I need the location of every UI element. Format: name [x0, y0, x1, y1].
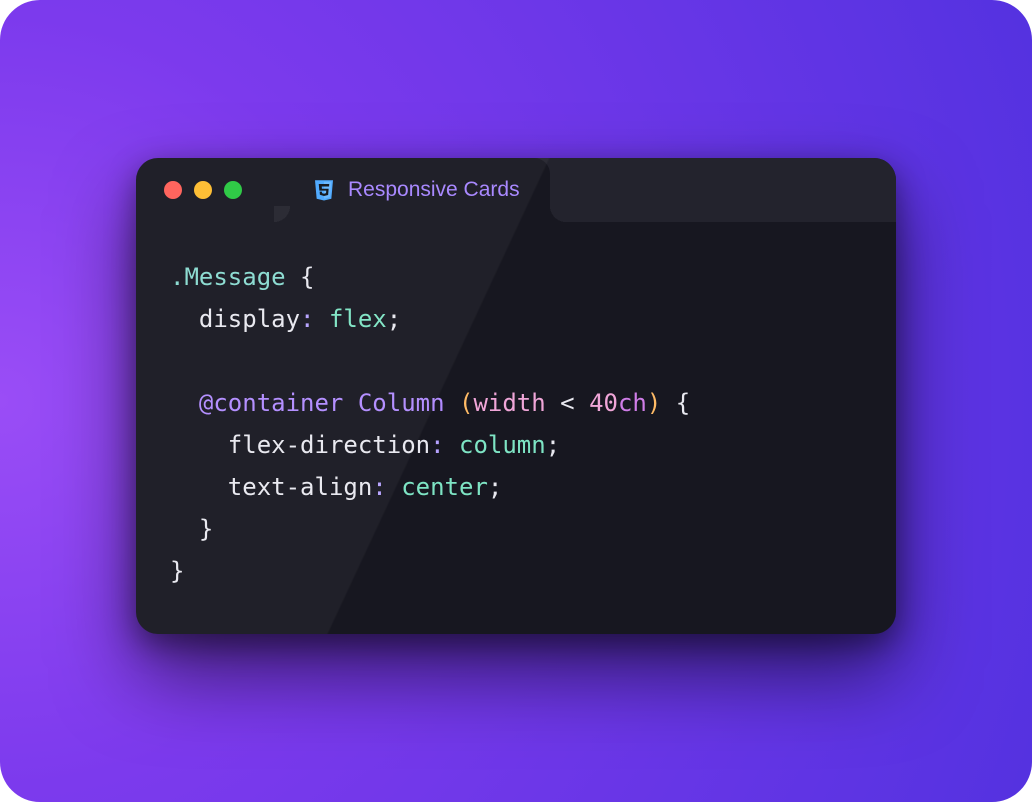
code-line: @container Column (width < 40ch) {	[170, 382, 862, 424]
code-line: }	[170, 550, 862, 592]
code-window: Responsive Cards .Message {display: flex…	[136, 158, 896, 634]
zoom-icon[interactable]	[224, 181, 242, 199]
css3-icon	[312, 178, 336, 202]
tab-responsive-cards[interactable]: Responsive Cards	[290, 158, 550, 222]
traffic-lights	[136, 181, 242, 199]
code-editor-content: .Message {display: flex; @container Colu…	[136, 222, 896, 634]
code-line: flex-direction: column;	[170, 424, 862, 466]
close-icon[interactable]	[164, 181, 182, 199]
code-line: display: flex;	[170, 298, 862, 340]
code-line: }	[170, 508, 862, 550]
minimize-icon[interactable]	[194, 181, 212, 199]
code-line: text-align: center;	[170, 466, 862, 508]
background-gradient: Responsive Cards .Message {display: flex…	[0, 0, 1032, 802]
code-line: .Message {	[170, 256, 862, 298]
tab-label: Responsive Cards	[348, 178, 520, 202]
window-titlebar: Responsive Cards	[136, 158, 896, 222]
tab-strip: Responsive Cards	[290, 158, 896, 222]
code-blank-line	[170, 340, 862, 382]
